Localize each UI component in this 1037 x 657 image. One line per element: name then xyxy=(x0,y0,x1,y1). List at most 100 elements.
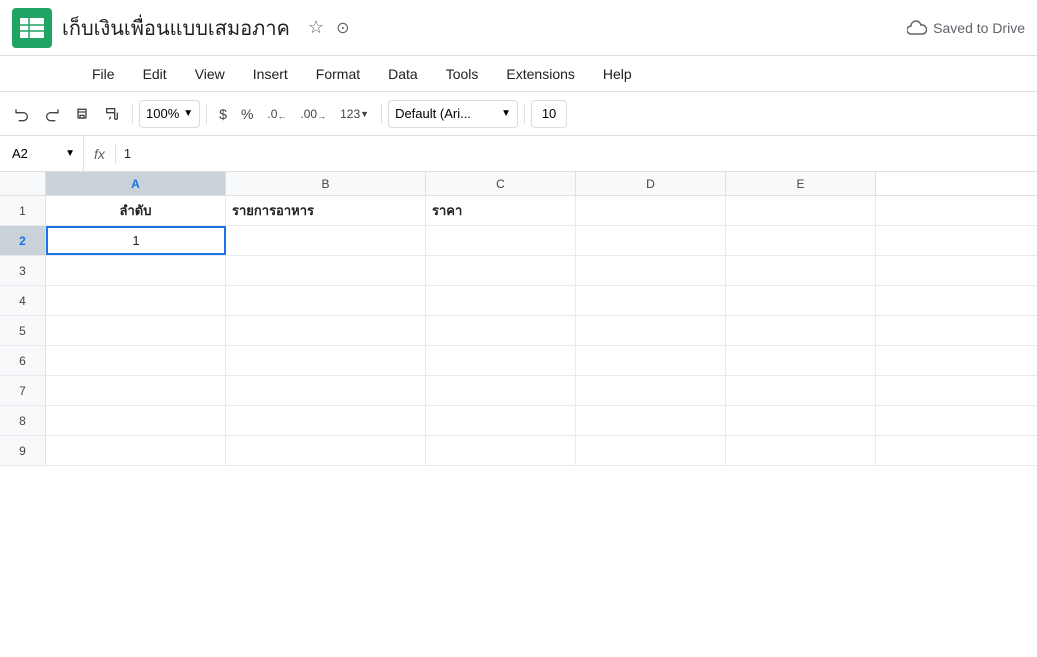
cell-b8[interactable] xyxy=(226,406,426,435)
cell-d8[interactable] xyxy=(576,406,726,435)
row-num-3[interactable]: 3 xyxy=(0,256,46,285)
cell-d6[interactable] xyxy=(576,346,726,375)
row-num-7[interactable]: 7 xyxy=(0,376,46,405)
row-num-8[interactable]: 8 xyxy=(0,406,46,435)
menu-file[interactable]: File xyxy=(80,62,127,86)
cell-ref-value: A2 xyxy=(12,146,28,161)
cell-e3[interactable] xyxy=(726,256,876,285)
cell-d5[interactable] xyxy=(576,316,726,345)
doc-title[interactable]: เก็บเงินเพื่อนแบบเสมอภาค xyxy=(62,12,290,44)
menu-tools[interactable]: Tools xyxy=(434,62,491,86)
cell-c3[interactable] xyxy=(426,256,576,285)
cell-a3[interactable] xyxy=(46,256,226,285)
percent-icon: % xyxy=(241,106,253,122)
cell-b2[interactable] xyxy=(226,226,426,255)
undo-icon xyxy=(14,106,30,122)
formula-input[interactable]: 1 xyxy=(124,146,1033,161)
cell-c2[interactable] xyxy=(426,226,576,255)
cell-c7[interactable] xyxy=(426,376,576,405)
paint-format-button[interactable] xyxy=(98,100,126,128)
zoom-selector[interactable]: 100% ▼ xyxy=(139,100,200,128)
font-size-input[interactable]: 10 xyxy=(531,100,567,128)
cell-reference-box[interactable]: A2 ▼ xyxy=(4,136,84,171)
star-icon[interactable]: ☆ xyxy=(308,17,324,38)
cell-c5[interactable] xyxy=(426,316,576,345)
format-currency-button[interactable]: $ xyxy=(213,100,233,128)
cell-e5[interactable] xyxy=(726,316,876,345)
menu-edit[interactable]: Edit xyxy=(131,62,179,86)
menu-data[interactable]: Data xyxy=(376,62,430,86)
cell-e7[interactable] xyxy=(726,376,876,405)
cell-a7[interactable] xyxy=(46,376,226,405)
menu-format[interactable]: Format xyxy=(304,62,372,86)
table-row: 5 xyxy=(0,316,1037,346)
history-icon[interactable]: ⊙ xyxy=(336,18,349,38)
separator-1 xyxy=(132,104,133,124)
cell-d3[interactable] xyxy=(576,256,726,285)
cell-d4[interactable] xyxy=(576,286,726,315)
font-size-value: 10 xyxy=(542,106,556,121)
cell-e1[interactable] xyxy=(726,196,876,225)
menu-bar: File Edit View Insert Format Data Tools … xyxy=(0,56,1037,92)
font-family-selector[interactable]: Default (Ari... ▼ xyxy=(388,100,518,128)
cell-a6[interactable] xyxy=(46,346,226,375)
cell-e6[interactable] xyxy=(726,346,876,375)
toolbar: 100% ▼ $ % .0 ← .00 → 123 ▼ Default (Ari… xyxy=(0,92,1037,136)
increase-decimal-button[interactable]: .00 → xyxy=(294,100,332,128)
cell-a4[interactable] xyxy=(46,286,226,315)
col-header-e[interactable]: E xyxy=(726,172,876,195)
cell-a2[interactable]: 1 xyxy=(46,226,226,255)
menu-insert[interactable]: Insert xyxy=(241,62,300,86)
row-num-6[interactable]: 6 xyxy=(0,346,46,375)
row-num-5[interactable]: 5 xyxy=(0,316,46,345)
dollar-icon: $ xyxy=(219,106,227,122)
menu-extensions[interactable]: Extensions xyxy=(494,62,586,86)
cell-e9[interactable] xyxy=(726,436,876,465)
cell-b1[interactable]: รายการอาหาร xyxy=(226,196,426,225)
cell-b4[interactable] xyxy=(226,286,426,315)
menu-view[interactable]: View xyxy=(183,62,237,86)
cell-b6[interactable] xyxy=(226,346,426,375)
undo-button[interactable] xyxy=(8,100,36,128)
col-header-d[interactable]: D xyxy=(576,172,726,195)
cell-a5[interactable] xyxy=(46,316,226,345)
row-num-4[interactable]: 4 xyxy=(0,286,46,315)
cell-b3[interactable] xyxy=(226,256,426,285)
cell-b7[interactable] xyxy=(226,376,426,405)
redo-button[interactable] xyxy=(38,100,66,128)
row-num-1[interactable]: 1 xyxy=(0,196,46,225)
row-num-9[interactable]: 9 xyxy=(0,436,46,465)
cell-b5[interactable] xyxy=(226,316,426,345)
cell-d2[interactable] xyxy=(576,226,726,255)
cell-e2[interactable] xyxy=(726,226,876,255)
cell-c6[interactable] xyxy=(426,346,576,375)
col-header-c[interactable]: C xyxy=(426,172,576,195)
cell-b9[interactable] xyxy=(226,436,426,465)
cell-d7[interactable] xyxy=(576,376,726,405)
table-row: 2 1 xyxy=(0,226,1037,256)
cell-d9[interactable] xyxy=(576,436,726,465)
cell-a9[interactable] xyxy=(46,436,226,465)
cell-e4[interactable] xyxy=(726,286,876,315)
corner-cell xyxy=(0,172,46,195)
print-button[interactable] xyxy=(68,100,96,128)
cell-c4[interactable] xyxy=(426,286,576,315)
format-percent-button[interactable]: % xyxy=(235,100,259,128)
cell-e8[interactable] xyxy=(726,406,876,435)
cell-c8[interactable] xyxy=(426,406,576,435)
col-header-b[interactable]: B xyxy=(226,172,426,195)
more-formats-button[interactable]: 123 ▼ xyxy=(334,100,375,128)
more-formats-label: 123 xyxy=(340,107,360,121)
app-logo xyxy=(12,8,52,48)
cell-a1[interactable]: ลำดับ xyxy=(46,196,226,225)
cell-a8[interactable] xyxy=(46,406,226,435)
menu-help[interactable]: Help xyxy=(591,62,644,86)
col-header-a[interactable]: A xyxy=(46,172,226,195)
cell-d1[interactable] xyxy=(576,196,726,225)
separator-4 xyxy=(524,104,525,124)
row-num-2[interactable]: 2 xyxy=(0,226,46,255)
cell-c9[interactable] xyxy=(426,436,576,465)
fx-label: fx xyxy=(84,146,115,162)
decrease-decimal-button[interactable]: .0 ← xyxy=(261,100,292,128)
cell-c1[interactable]: ราคา xyxy=(426,196,576,225)
